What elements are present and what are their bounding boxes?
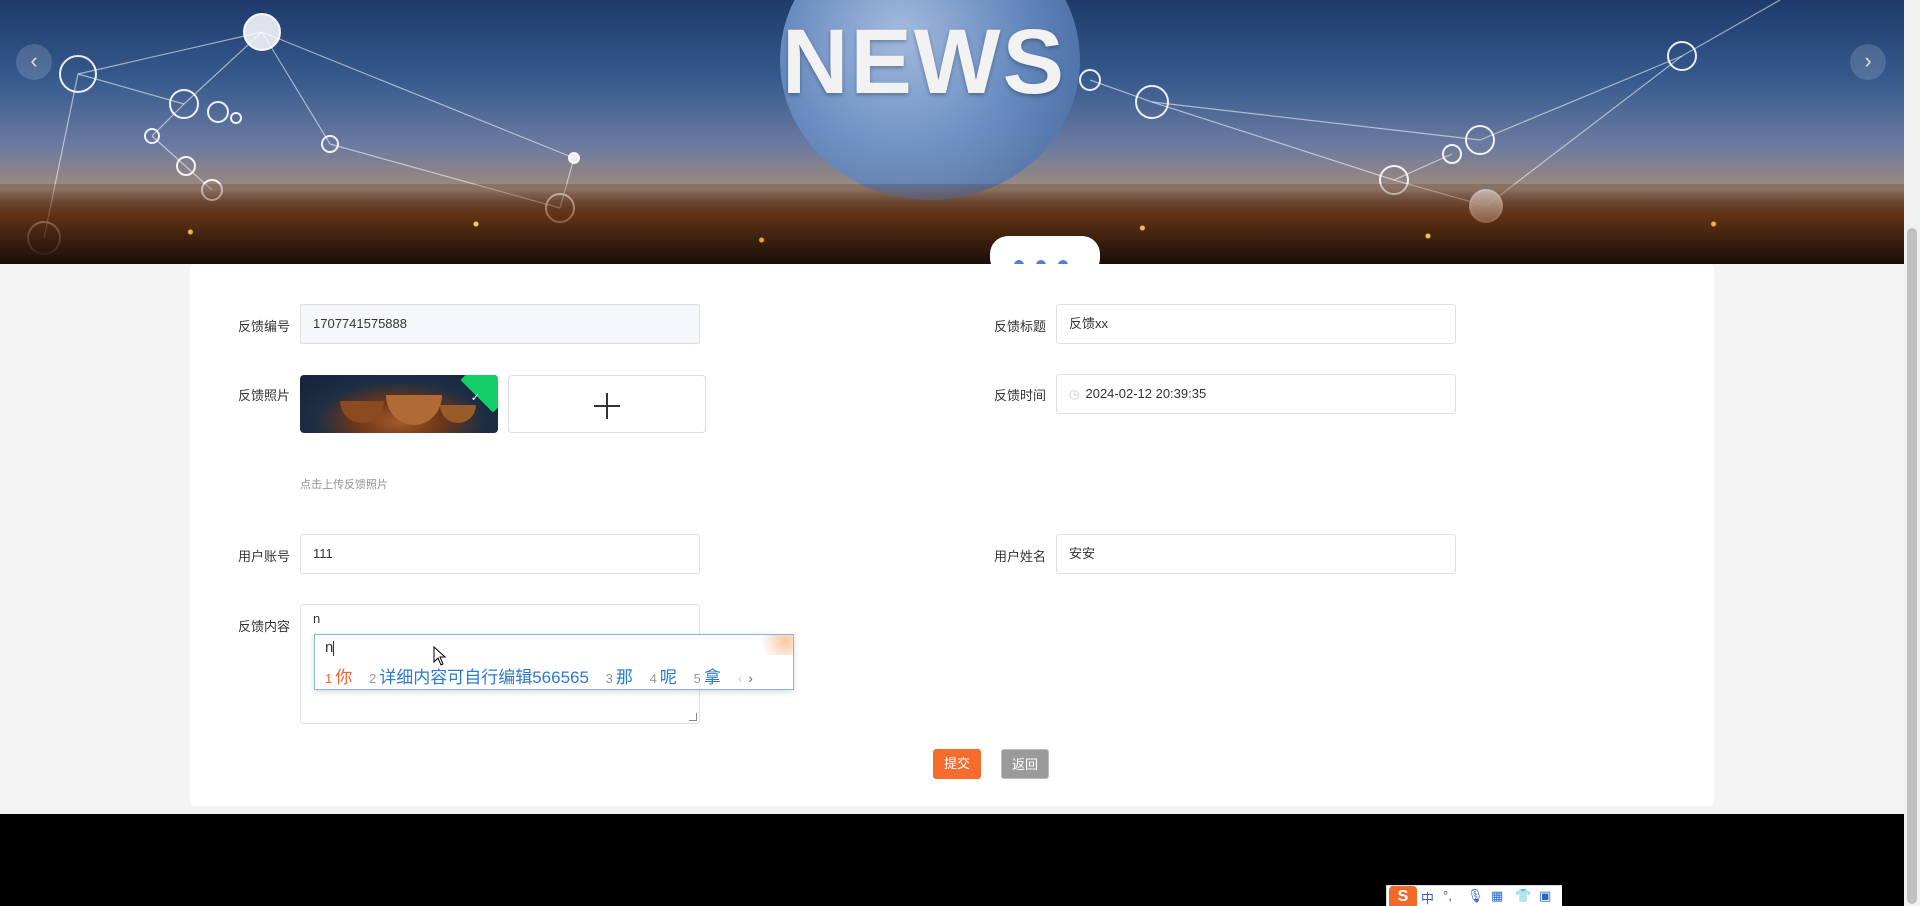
page-scrollbar[interactable] — [1904, 0, 1920, 906]
ime-skin-decoration — [753, 635, 793, 655]
feedback-time-picker[interactable]: ◷ 2024-02-12 20:39:35 — [1056, 374, 1456, 414]
text-caret — [333, 640, 335, 656]
user-account-label: 用户账号 — [237, 549, 290, 564]
back-button[interactable]: 返回 — [1001, 749, 1049, 779]
ime-candidate[interactable]: 2 详细内容可自行编辑566565 — [369, 668, 589, 687]
ime-candidate[interactable]: 3那 — [606, 668, 633, 687]
feedback-content-label: 反馈内容 — [237, 619, 290, 634]
feedback-time-label: 反馈时间 — [993, 388, 1046, 403]
keyboard-icon[interactable]: ▦ — [1491, 888, 1503, 904]
upload-add-button[interactable] — [508, 375, 706, 433]
ime-candidate-popup: n 1你 2 详细内容可自行编辑566565 3那 4呢 5拿 ‹ › — [314, 634, 794, 690]
punctuation-icon[interactable]: °, — [1443, 888, 1452, 903]
feedback-title-label: 反馈标题 — [993, 319, 1046, 334]
toolbox-grid-icon[interactable]: ▣ — [1539, 888, 1551, 904]
plus-icon — [594, 393, 620, 419]
user-name-label: 用户姓名 — [993, 549, 1046, 564]
news-headline: NEWS — [782, 11, 1066, 113]
ime-composition: n — [325, 639, 335, 656]
city-skyline-image — [0, 184, 1904, 264]
mouse-cursor-icon — [433, 646, 447, 666]
ime-candidate[interactable]: 1你 — [325, 668, 352, 687]
ime-candidate[interactable]: 4呢 — [650, 668, 677, 687]
clock-icon: ◷ — [1069, 387, 1080, 401]
chevron-left-icon: ‹ — [30, 48, 38, 73]
feedback-no-label: 反馈编号 — [237, 319, 290, 334]
carousel-next-button[interactable]: › — [1850, 44, 1886, 80]
feedback-photo-label: 反馈照片 — [237, 388, 290, 403]
feedback-form-card: 反馈编号 1707741575888 反馈标题 反馈xx 反馈照片 ✓ 反馈时间… — [190, 264, 1714, 806]
ime-status-toolbar[interactable]: S 中 °, 🎙 ▦ 👕 ▣ — [1386, 885, 1562, 906]
submit-button[interactable]: 提交 — [933, 749, 981, 779]
check-icon: ✓ — [470, 392, 480, 404]
user-name-input[interactable]: 安安 — [1056, 534, 1456, 574]
ime-prev-page-icon[interactable]: ‹ — [738, 670, 743, 686]
resize-handle[interactable] — [689, 713, 697, 721]
news-banner-carousel: NEWS ‹ › — [0, 0, 1904, 264]
ime-candidate-list: 1你 2 详细内容可自行编辑566565 3那 4呢 5拿 ‹ › — [325, 663, 753, 688]
ime-language-toggle[interactable]: 中 — [1421, 888, 1434, 906]
feedback-no-input[interactable]: 1707741575888 — [300, 304, 700, 344]
user-account-input[interactable]: 111 — [300, 534, 700, 574]
upload-hint: 点击上传反馈照片 — [300, 479, 388, 491]
sogou-logo-icon[interactable]: S — [1389, 886, 1417, 906]
microphone-icon[interactable]: 🎙 — [1467, 888, 1484, 904]
carousel-indicators[interactable] — [990, 236, 1100, 264]
ime-composition-text: n — [325, 639, 334, 656]
feedback-title-input[interactable]: 反馈xx — [1056, 304, 1456, 344]
feedback-content-value: n — [313, 611, 321, 626]
ime-candidate[interactable]: 5拿 — [694, 668, 721, 687]
page-footer — [0, 814, 1904, 906]
carousel-prev-button[interactable]: ‹ — [16, 44, 52, 80]
skin-shirt-icon[interactable]: 👕 — [1515, 888, 1531, 904]
chevron-right-icon: › — [1864, 48, 1872, 73]
feedback-time-value: 2024-02-12 20:39:35 — [1085, 386, 1207, 401]
scrollbar-thumb[interactable] — [1907, 228, 1917, 904]
uploaded-photo-thumbnail[interactable]: ✓ — [300, 375, 498, 433]
ime-next-page-icon[interactable]: › — [748, 670, 753, 686]
